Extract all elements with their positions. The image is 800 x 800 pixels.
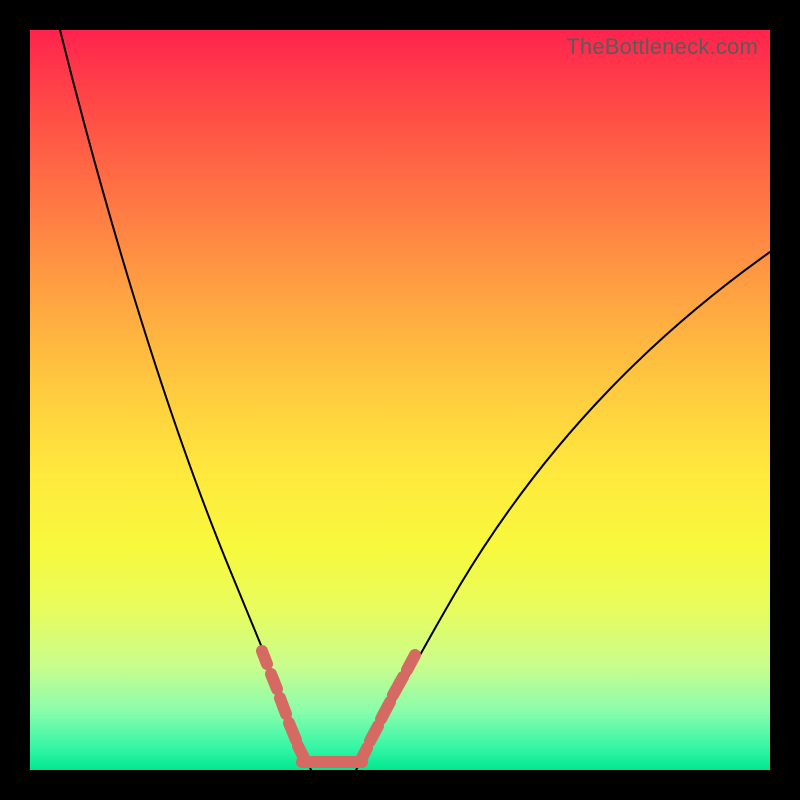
plot-area: TheBottleneck.com — [30, 30, 770, 770]
watermark-label: TheBottleneck.com — [566, 34, 758, 60]
outer-frame: TheBottleneck.com — [0, 0, 800, 800]
right-beads — [360, 655, 415, 762]
curve-right — [356, 252, 770, 770]
chart-svg — [30, 30, 770, 770]
left-beads — [262, 651, 306, 762]
curve-left — [60, 30, 311, 770]
